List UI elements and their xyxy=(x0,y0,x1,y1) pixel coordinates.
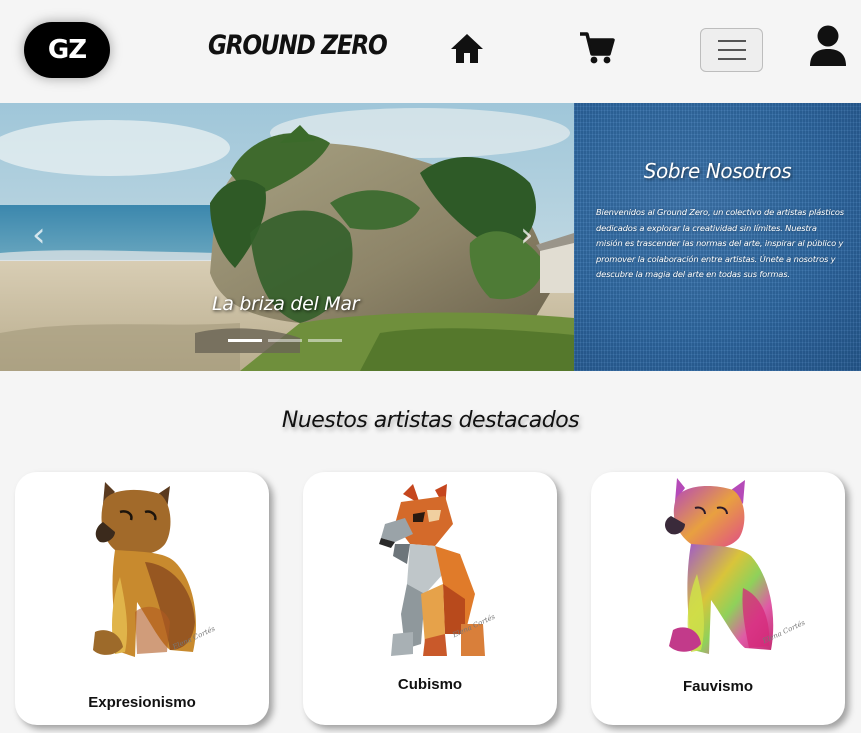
carousel-indicator-3[interactable] xyxy=(308,339,342,342)
artist-card-expresionismo[interactable]: Elena Cortés Expresionismo xyxy=(15,472,269,725)
card-label-expresionismo: Expresionismo xyxy=(88,694,196,711)
carousel[interactable]: ‹ › La briza del Mar xyxy=(0,103,574,371)
logo[interactable]: GZ xyxy=(24,22,110,78)
logo-text: GZ xyxy=(47,35,87,65)
user-icon[interactable] xyxy=(808,24,848,68)
cart-icon[interactable] xyxy=(578,30,616,66)
about-panel: Sobre Nosotros Bienvenidos al Ground Zer… xyxy=(574,103,861,371)
carousel-indicator-2[interactable] xyxy=(268,339,302,342)
menu-toggle-button[interactable] xyxy=(700,28,763,72)
hero-section: ‹ › La briza del Mar Sobre Nosotros Bien… xyxy=(0,103,861,371)
featured-artists-title: Nuestos artistas destacados xyxy=(281,408,580,433)
carousel-indicator-1[interactable] xyxy=(228,339,262,342)
artist-card-cubismo[interactable]: Elena Cortés Cubismo xyxy=(303,472,557,725)
menu-icon-bar xyxy=(717,40,746,42)
carousel-indicators xyxy=(228,339,342,342)
home-icon[interactable] xyxy=(450,32,484,64)
dog-painting-cubismo xyxy=(379,484,485,656)
artist-card-fauvismo[interactable]: Elena Cortés Fauvismo xyxy=(591,472,845,725)
carousel-prev-button[interactable]: ‹ xyxy=(32,218,52,254)
carousel-slide-painting xyxy=(0,103,574,371)
dog-painting-expresionismo xyxy=(93,482,196,657)
card-label-cubismo: Cubismo xyxy=(397,676,463,693)
about-title: Sobre Nosotros xyxy=(643,159,792,183)
brand-title[interactable]: GROUND ZERO xyxy=(208,30,388,61)
menu-icon-bar xyxy=(717,49,746,51)
card-label-fauvismo: Fauvismo xyxy=(682,678,754,695)
about-text: Bienvenidos al Ground Zero, un colectivo… xyxy=(596,207,844,279)
carousel-caption: La briza del Mar xyxy=(212,293,360,315)
carousel-next-button[interactable]: › xyxy=(520,218,540,254)
navbar: GZ GROUND ZERO xyxy=(0,0,861,103)
menu-icon-bar xyxy=(717,58,746,60)
